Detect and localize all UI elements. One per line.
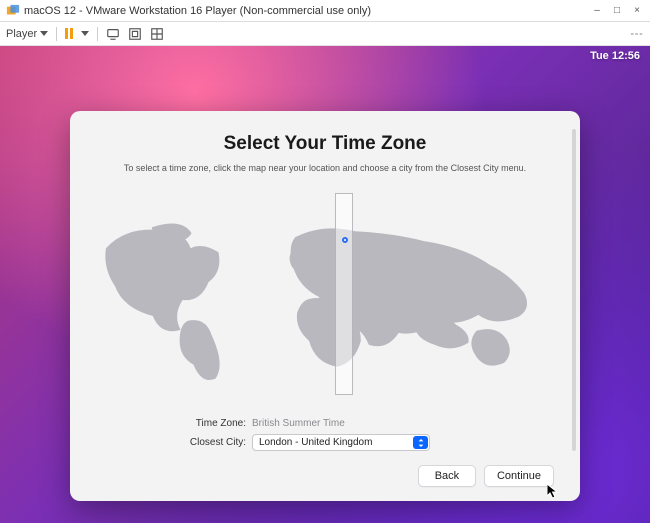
send-ctrl-alt-del-icon[interactable] [106,27,120,41]
window-minimize-button[interactable]: – [590,5,604,16]
window-close-button[interactable]: × [630,5,644,16]
player-menu-label: Player [6,28,37,40]
timezone-map[interactable] [96,185,554,411]
vmware-app-icon [6,4,20,18]
setup-assistant-panel: Select Your Time Zone To select a time z… [70,111,580,501]
closest-city-value: London - United Kingdom [259,437,372,448]
vmware-toolbar: Player [0,22,650,46]
page-subtitle: To select a time zone, click the map nea… [96,163,554,173]
separator [97,27,98,41]
timezone-value: British Summer Time [252,418,345,429]
select-chevron-icon [413,436,428,449]
chevron-down-icon [40,31,48,36]
panel-footer: Back Continue [96,465,554,487]
timezone-fields: Time Zone: British Summer Time Closest C… [96,413,554,451]
vmware-titlebar: macOS 12 - VMware Workstation 16 Player … [0,0,650,22]
pause-vm-button[interactable] [65,28,73,39]
location-pin-icon [342,237,348,243]
closest-city-select[interactable]: London - United Kingdom [252,434,430,451]
toolbar-overflow-icon[interactable] [630,27,644,41]
window-maximize-button[interactable]: □ [610,5,624,16]
fullscreen-icon[interactable] [128,27,142,41]
player-menu-button[interactable]: Player [6,28,48,40]
closest-city-label: Closest City: [96,437,246,448]
power-menu-chevron-icon[interactable] [81,31,89,36]
back-button[interactable]: Back [418,465,476,487]
selected-timezone-band [335,193,353,395]
page-title: Select Your Time Zone [96,133,554,155]
unity-icon[interactable] [150,27,164,41]
world-map-icon [96,213,554,383]
separator [56,27,57,41]
vmware-title-text: macOS 12 - VMware Workstation 16 Player … [24,5,371,17]
panel-scrollbar[interactable] [572,129,576,451]
continue-button[interactable]: Continue [484,465,554,487]
macos-menubar-clock: Tue 12:56 [590,50,640,62]
timezone-label: Time Zone: [96,418,246,429]
guest-screen: Tue 12:56 Select Your Time Zone To selec… [0,46,650,523]
